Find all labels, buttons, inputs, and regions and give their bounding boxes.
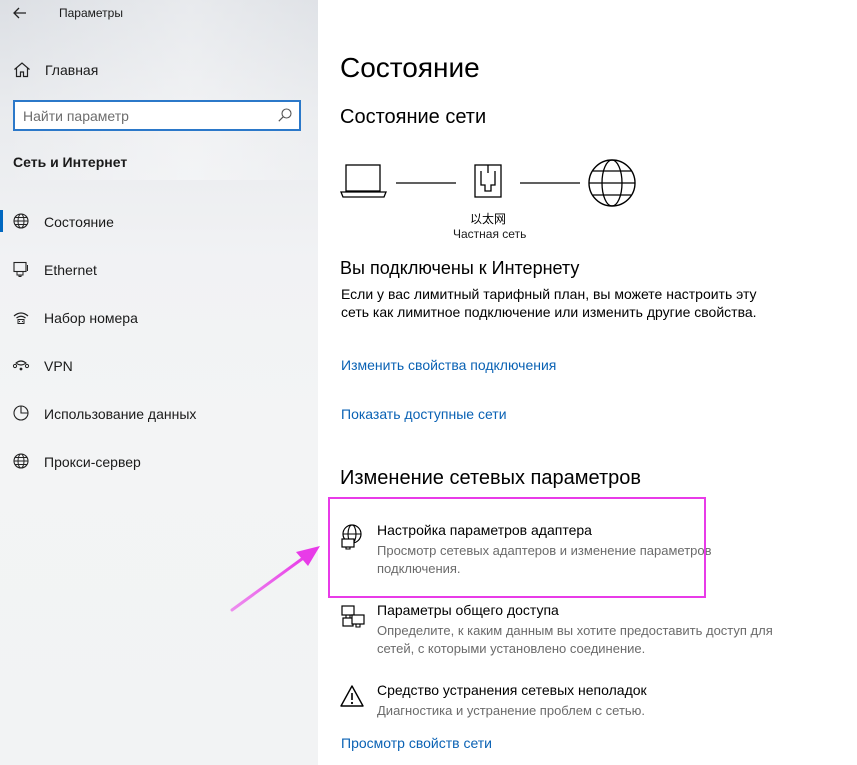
sidebar-item-label: Использование данных	[44, 406, 197, 422]
option-title: Параметры общего доступа	[377, 602, 559, 618]
sidebar-item-ethernet[interactable]: Ethernet	[0, 248, 318, 296]
search-icon[interactable]	[277, 107, 293, 123]
window-title: Параметры	[59, 6, 123, 20]
page-title: Состояние	[340, 52, 480, 83]
view-network-properties-link[interactable]: Просмотр свойств сети	[341, 735, 492, 751]
option-description: Диагностика и устранение проблем с сетью…	[377, 703, 646, 718]
change-connection-properties-link[interactable]: Изменить свойства подключения	[341, 357, 556, 373]
adapter-icon	[341, 524, 362, 550]
search-box[interactable]	[13, 100, 301, 131]
sharing-icon	[341, 605, 365, 628]
selection-indicator	[0, 210, 3, 232]
sidebar-item-label: VPN	[44, 358, 73, 374]
internet-globe-icon	[588, 159, 636, 207]
sidebar-item-vpn[interactable]: VPN	[0, 344, 318, 392]
sidebar: Параметры Главная Сеть и Интернет Состоя…	[0, 0, 318, 765]
connected-description: Если у вас лимитный тарифный план, вы мо…	[341, 286, 757, 320]
back-arrow-icon	[13, 7, 26, 19]
sidebar-item-home[interactable]: Главная	[0, 56, 318, 84]
ethernet-adapter-icon	[474, 164, 502, 198]
sidebar-nav: Состояние Ethernet Набор номера VPN Испо…	[0, 200, 318, 488]
back-button[interactable]	[8, 2, 32, 24]
sidebar-item-label: Прокси-сервер	[44, 454, 141, 470]
change-settings-heading: Изменение сетевых параметров	[340, 467, 641, 489]
ethernet-icon	[13, 261, 28, 277]
main-content: Состояние Состояние сети 以太网 Частная сет…	[318, 0, 857, 765]
sidebar-item-label: Набор номера	[44, 310, 138, 326]
adapter-settings-option[interactable]: Настройка параметров адаптера Просмотр с…	[340, 522, 820, 582]
laptop-icon	[340, 164, 387, 198]
home-icon	[14, 62, 30, 78]
sidebar-item-proxy[interactable]: Прокси-сервер	[0, 440, 318, 488]
connected-heading: Вы подключены к Интернету	[340, 258, 580, 278]
sidebar-item-label: Главная	[45, 62, 99, 78]
data-usage-icon	[13, 405, 29, 421]
warning-icon	[340, 685, 364, 707]
show-available-networks-link[interactable]: Показать доступные сети	[341, 406, 507, 422]
dialup-icon	[13, 312, 29, 324]
network-type: Частная сеть	[453, 227, 527, 241]
option-description: Просмотр сетевых адаптеров и изменение п…	[377, 543, 712, 576]
option-title: Настройка параметров адаптера	[377, 522, 592, 538]
search-input[interactable]	[23, 107, 273, 124]
sidebar-item-label: Ethernet	[44, 262, 97, 278]
sidebar-item-status[interactable]: Состояние	[0, 200, 318, 248]
sidebar-item-data-usage[interactable]: Использование данных	[0, 392, 318, 440]
vpn-icon	[12, 360, 30, 371]
option-title: Средство устранения сетевых неполадок	[377, 682, 647, 698]
network-status-heading: Состояние сети	[340, 106, 487, 128]
sidebar-item-label: Состояние	[44, 214, 114, 230]
title-bar: Параметры	[0, 0, 318, 28]
globe-icon	[13, 213, 29, 229]
sharing-options-option[interactable]: Параметры общего доступа Определите, к к…	[340, 602, 820, 662]
sidebar-section-title: Сеть и Интернет	[13, 154, 128, 170]
globe-icon	[13, 453, 29, 469]
network-troubleshooter-option[interactable]: Средство устранения сетевых неполадок Ди…	[340, 682, 820, 742]
sidebar-item-dialup[interactable]: Набор номера	[0, 296, 318, 344]
network-name: 以太网	[470, 212, 507, 226]
option-description: Определите, к каким данным вы хотите пре…	[377, 623, 773, 656]
